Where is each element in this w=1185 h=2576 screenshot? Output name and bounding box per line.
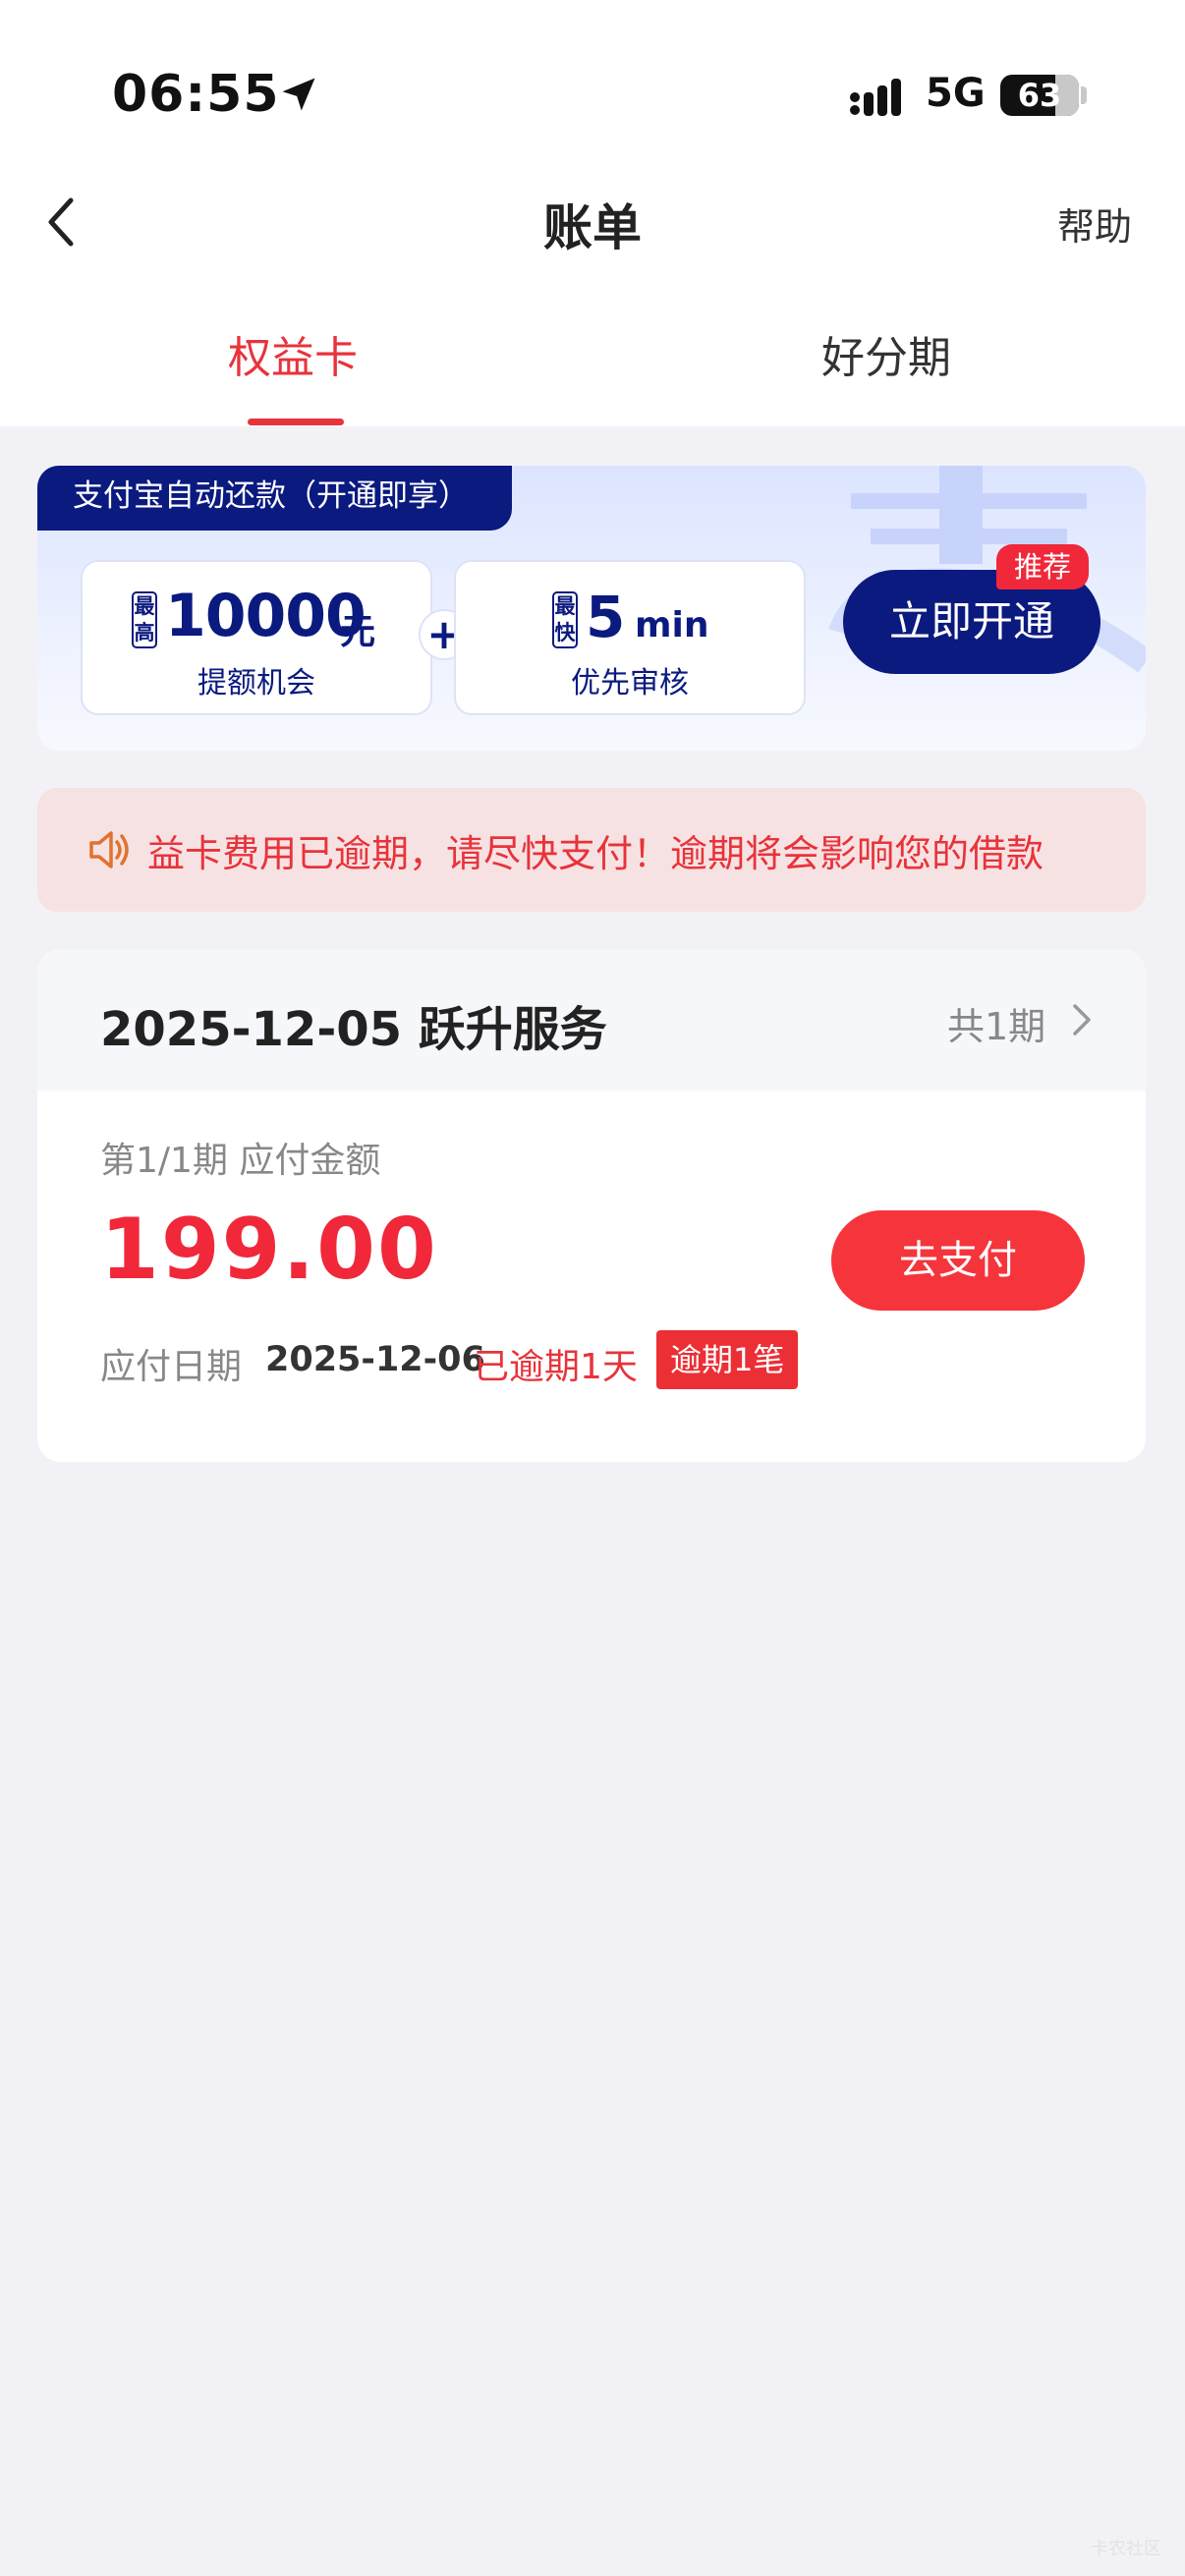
bill-period: 第1/1期 应付金额 — [100, 1141, 381, 1181]
bill-header[interactable]: 2025-12-05 跃升服务 共1期 — [37, 949, 1146, 1091]
bill-card: 2025-12-05 跃升服务 共1期 第1/1期 应付金额 199.00 去支… — [37, 949, 1146, 1462]
battery-level: 63 — [1017, 77, 1062, 114]
limit-unit: 元 — [340, 612, 376, 652]
pay-button[interactable]: 去支付 — [831, 1210, 1085, 1311]
limit-value: 10000 — [165, 582, 367, 650]
review-value: 5 — [586, 584, 626, 650]
overdue-status: 已逾期1天 — [474, 1347, 638, 1387]
overdue-notice[interactable]: 益卡费用已逾期，请尽快支付！逾期将会影响您的借款 — [37, 788, 1146, 912]
review-badge: 最快 — [552, 591, 578, 648]
due-date-value: 2025-12-06 — [265, 1340, 485, 1379]
bill-amount: 199.00 — [100, 1201, 438, 1299]
promo-banner[interactable]: 支付宝自动还款（开通即享） 最高 10000 元 提额机会 + 最快 5 min… — [37, 466, 1146, 751]
notice-text: 益卡费用已逾期，请尽快支付！逾期将会影响您的借款 — [147, 832, 1044, 875]
limit-label: 提额机会 — [198, 666, 315, 700]
limit-badge: 最高 — [132, 591, 157, 648]
battery-tip — [1081, 86, 1087, 104]
help-link[interactable]: 帮助 — [1057, 196, 1132, 251]
promo-card-limit: 最高 10000 元 提额机会 — [81, 560, 432, 715]
network-type: 5G — [926, 71, 986, 116]
promo-card-review: 最快 5 min 优先审核 — [454, 560, 806, 715]
speaker-icon — [89, 831, 129, 868]
tab-benefit-card[interactable]: 权益卡 — [228, 322, 358, 385]
review-unit: min — [635, 605, 709, 645]
review-label: 优先审核 — [571, 666, 689, 700]
due-date-label: 应付日期 — [100, 1347, 243, 1387]
bill-count: 共1期 — [947, 1005, 1046, 1048]
page-title: 账单 — [543, 199, 642, 256]
watermark: 卡农社区 — [1091, 2539, 1161, 2559]
active-tab-indicator — [248, 419, 344, 425]
battery-icon: 63 — [1000, 75, 1079, 116]
signal-icon — [850, 79, 901, 116]
location-arrow-icon — [282, 78, 315, 111]
bill-title: 2025-12-05 跃升服务 — [100, 1002, 607, 1057]
recommend-badge: 推荐 — [996, 544, 1090, 589]
chevron-right-icon — [1073, 1004, 1091, 1036]
promo-tag: 支付宝自动还款（开通即享） — [37, 466, 512, 531]
status-time: 06:55 — [112, 65, 280, 124]
tab-installment[interactable]: 好分期 — [821, 322, 951, 385]
overdue-count-badge: 逾期1笔 — [656, 1330, 799, 1389]
